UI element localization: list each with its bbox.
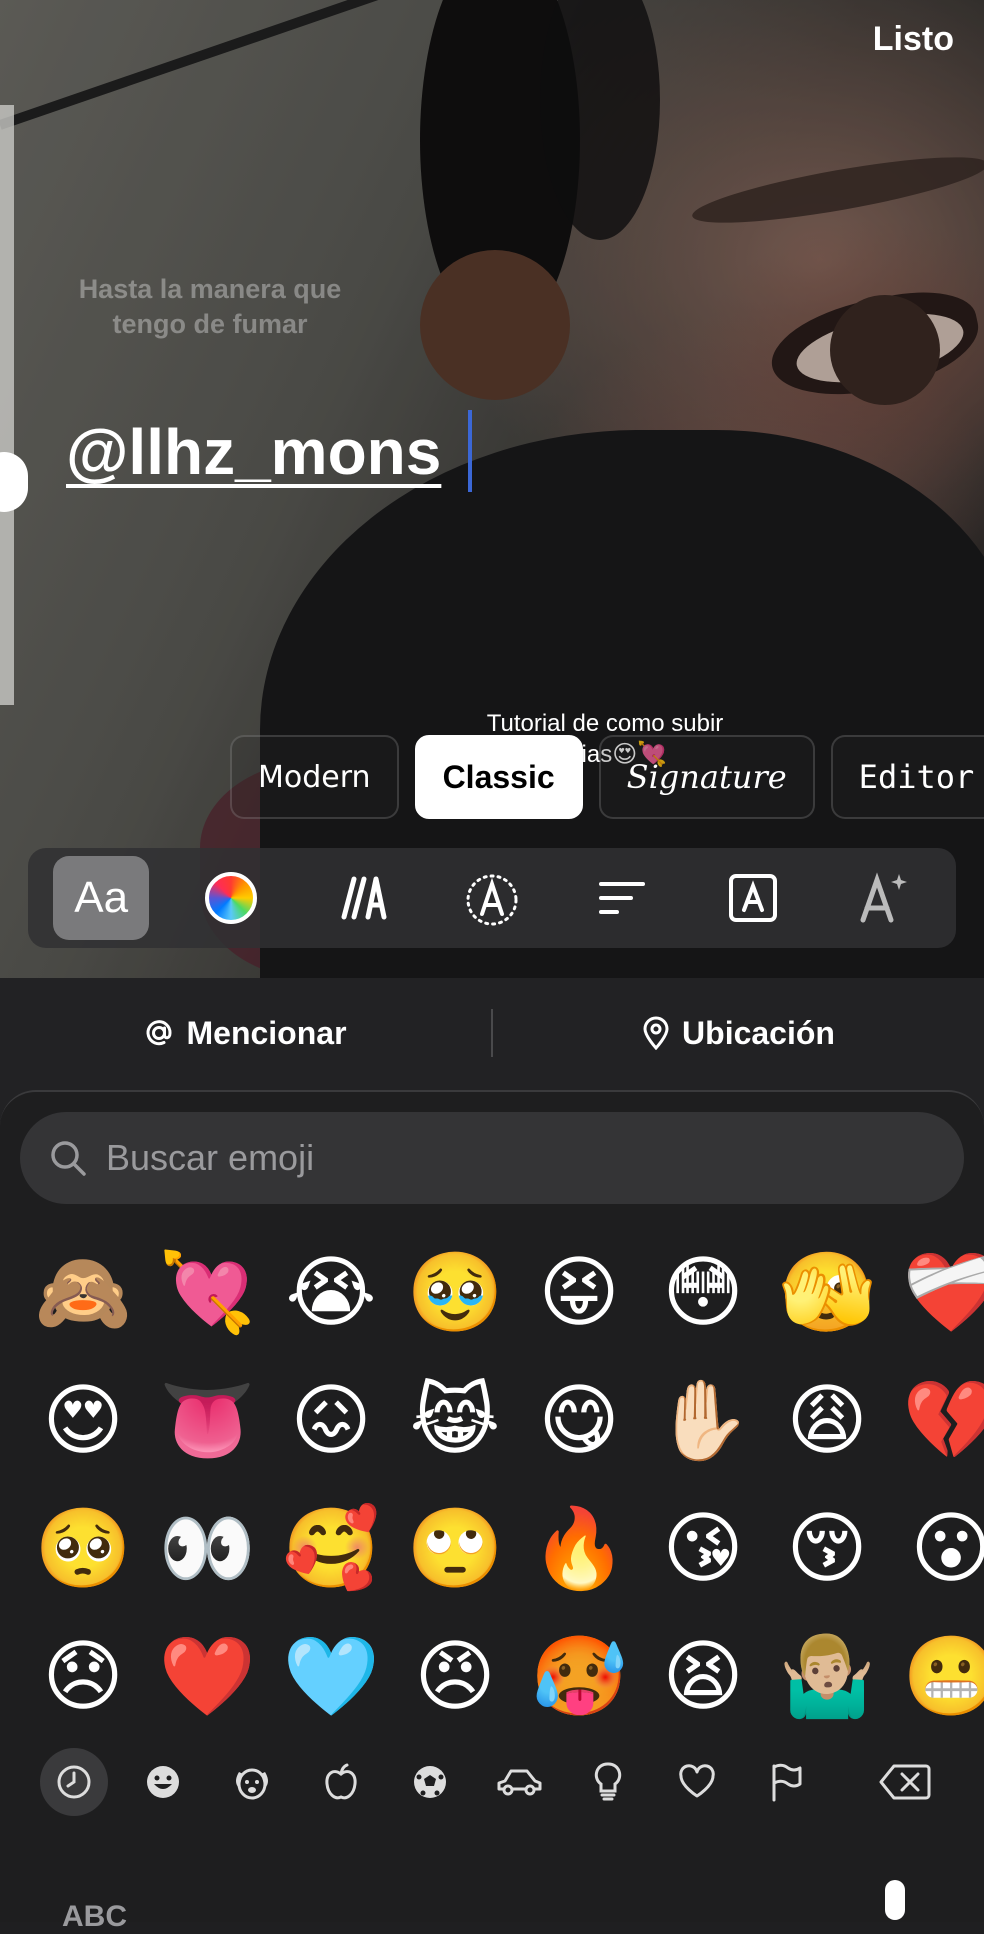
- category-flags-button[interactable]: [752, 1748, 820, 1816]
- emoji-search-input[interactable]: [104, 1136, 908, 1180]
- emoji-key[interactable]: 😩: [772, 1378, 882, 1464]
- text-color-button[interactable]: [183, 856, 279, 940]
- photo-dim-overlay: [0, 0, 984, 980]
- abc-keyboard-toggle[interactable]: ABC: [62, 1900, 127, 1934]
- backspace-icon: [879, 1764, 931, 1800]
- location-button[interactable]: Ubicación: [493, 1015, 984, 1052]
- category-smileys-button[interactable]: [129, 1748, 197, 1816]
- emoji-key[interactable]: ❤️‍🩹: [896, 1250, 984, 1336]
- category-symbols-button[interactable]: [663, 1748, 731, 1816]
- emoji-search-bar[interactable]: [20, 1112, 964, 1204]
- color-wheel-icon: [205, 872, 258, 924]
- emoji-key[interactable]: 🫣: [772, 1250, 882, 1336]
- clock-icon: [57, 1765, 91, 1799]
- text-animation-button[interactable]: [835, 856, 931, 940]
- emoji-key[interactable]: 💔: [896, 1378, 984, 1464]
- emoji-grid: 🙈 💘 😭 🥹 😝 😳 🫣 ❤️‍🩹 😍 👅 😖 😹 😋 ✋🏻 😩 💔 🥺 👀 …: [28, 1250, 984, 1720]
- smiley-icon: [147, 1766, 179, 1798]
- emoji-key[interactable]: 🙄: [400, 1506, 510, 1592]
- align-icon: [599, 882, 646, 914]
- lightbulb-icon: [594, 1762, 622, 1801]
- font-style-signature[interactable]: Signature: [598, 735, 815, 819]
- font-style-selector: Modern Classic Signature Editor: [230, 735, 984, 821]
- emoji-category-bar: [40, 1746, 960, 1818]
- done-button[interactable]: Listo: [873, 20, 954, 59]
- emoji-key[interactable]: 🥰: [276, 1506, 386, 1592]
- emoji-key[interactable]: 😬: [896, 1634, 984, 1720]
- category-recent-button[interactable]: [40, 1748, 108, 1816]
- italic-slash-icon: [341, 876, 387, 920]
- text-cursor: [468, 410, 472, 492]
- mention-text-input[interactable]: @llhz_mons: [66, 415, 441, 489]
- emoji-key[interactable]: 😹: [400, 1378, 510, 1464]
- font-size-label: Aa: [74, 873, 129, 922]
- flag-icon: [772, 1763, 802, 1802]
- font-style-classic[interactable]: Classic: [414, 735, 583, 819]
- dictation-button[interactable]: [870, 1878, 920, 1925]
- mention-button[interactable]: Mencionar: [0, 1015, 491, 1052]
- car-icon: [497, 1769, 542, 1796]
- category-food-button[interactable]: [307, 1748, 375, 1816]
- delete-button[interactable]: [871, 1748, 939, 1816]
- apple-icon: [325, 1763, 357, 1800]
- emoji-key[interactable]: 🙈: [28, 1250, 138, 1336]
- emoji-key[interactable]: 😮: [896, 1506, 984, 1592]
- emoji-key[interactable]: 😘: [648, 1506, 758, 1592]
- emoji-key[interactable]: 😋: [524, 1378, 634, 1464]
- mention-label: Mencionar: [186, 1014, 347, 1051]
- font-size-button[interactable]: Aa: [53, 856, 150, 940]
- emoji-key[interactable]: 🥵: [524, 1634, 634, 1720]
- dog-face-icon: [236, 1768, 268, 1800]
- location-pin-icon: [643, 1016, 669, 1050]
- emoji-key[interactable]: 💘: [152, 1250, 262, 1336]
- text-background-button[interactable]: [705, 856, 801, 940]
- background-text-sticker[interactable]: Hasta la manera que tengo de fumar: [40, 272, 380, 342]
- emoji-key[interactable]: 😍: [28, 1378, 138, 1464]
- text-animation-icon: [860, 872, 907, 923]
- at-sign-icon: [147, 1020, 172, 1046]
- category-animals-button[interactable]: [218, 1748, 286, 1816]
- emoji-key[interactable]: 🩵: [276, 1634, 386, 1720]
- text-align-button[interactable]: [574, 856, 670, 940]
- emoji-key[interactable]: 😚: [772, 1506, 882, 1592]
- emoji-key[interactable]: 👀: [152, 1506, 262, 1592]
- text-size-slider-track[interactable]: [0, 105, 14, 705]
- emoji-key[interactable]: 🤷🏼‍♂️: [772, 1634, 882, 1720]
- soccer-ball-icon: [414, 1766, 446, 1798]
- emoji-key[interactable]: 🥹: [400, 1250, 510, 1336]
- emoji-key[interactable]: 😞: [28, 1634, 138, 1720]
- mention-location-row: Mencionar Ubicación: [0, 978, 984, 1088]
- story-photo-background: [0, 0, 984, 980]
- emoji-key[interactable]: ❤️: [152, 1634, 262, 1720]
- emoji-key[interactable]: 😠: [400, 1634, 510, 1720]
- search-icon: [51, 1141, 86, 1176]
- font-style-editor[interactable]: Editor: [830, 735, 984, 819]
- font-style-modern[interactable]: Modern: [230, 735, 399, 819]
- text-background-icon: [728, 874, 777, 922]
- emoji-key[interactable]: ✋🏻: [648, 1378, 758, 1464]
- text-tools-toolbar: Aa: [28, 848, 956, 948]
- emoji-key[interactable]: 🥺: [28, 1506, 138, 1592]
- text-effect-button[interactable]: [444, 856, 540, 940]
- emoji-key[interactable]: 🔥: [524, 1506, 634, 1592]
- emoji-key[interactable]: 😝: [524, 1250, 634, 1336]
- heart-outline-icon: [679, 1764, 715, 1798]
- emoji-key[interactable]: 😖: [276, 1378, 386, 1464]
- microphone-icon: [885, 1880, 905, 1920]
- emoji-key[interactable]: 😭: [276, 1250, 386, 1336]
- category-travel-button[interactable]: [485, 1748, 553, 1816]
- emoji-key[interactable]: 👅: [152, 1378, 262, 1464]
- category-activity-button[interactable]: [396, 1748, 464, 1816]
- category-objects-button[interactable]: [574, 1748, 642, 1816]
- emoji-key[interactable]: 😳: [648, 1250, 758, 1336]
- italic-style-button[interactable]: [314, 856, 410, 940]
- text-effect-icon: [466, 874, 518, 926]
- location-label: Ubicación: [682, 1014, 835, 1051]
- emoji-key[interactable]: 😫: [648, 1634, 758, 1720]
